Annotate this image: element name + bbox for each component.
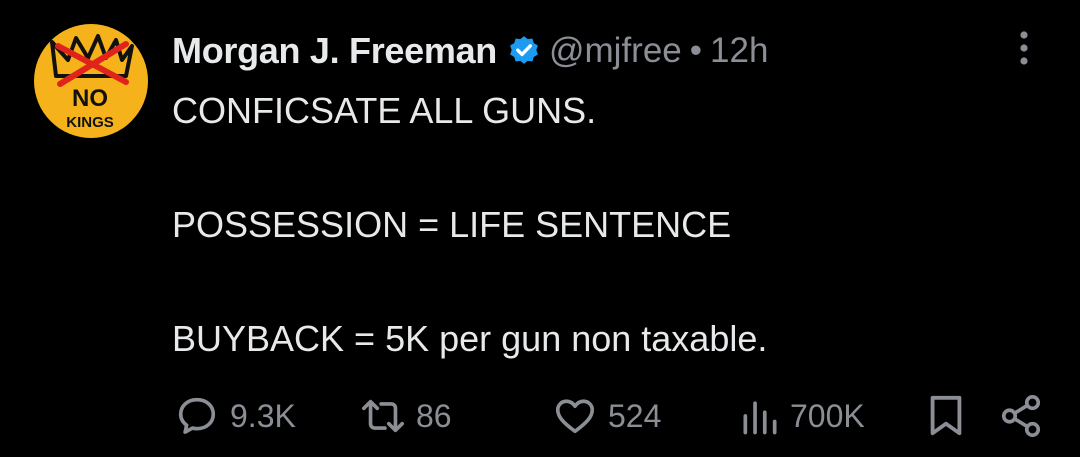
bookmark-icon: [930, 395, 962, 436]
analytics-icon: [743, 401, 777, 435]
repost-button[interactable]: 86: [356, 390, 452, 442]
reply-icon: [178, 397, 216, 434]
more-options-icon[interactable]: [1014, 30, 1034, 66]
repost-icon: [362, 399, 404, 433]
like-button[interactable]: 524: [552, 390, 661, 442]
tweet-header: Morgan J. Freeman @mjfree • 12h: [172, 26, 768, 76]
verified-badge-icon[interactable]: [507, 34, 541, 68]
tweet-text: CONFICSATE ALL GUNS. POSSESSION = LIFE S…: [172, 82, 1032, 367]
tweet-text-line: [172, 139, 1032, 196]
no-kings-logo-icon: NO KINGS: [50, 34, 134, 131]
view-count: 700K: [790, 397, 865, 434]
reply-count: 9.3K: [230, 397, 296, 434]
repost-count: 86: [416, 397, 452, 434]
tweet-text-line: [172, 253, 1032, 310]
views-button[interactable]: 700K: [738, 390, 865, 442]
avatar-bottom-text: KINGS: [66, 114, 114, 131]
avatar-top-text: NO: [72, 85, 108, 112]
avatar[interactable]: NO KINGS: [34, 24, 148, 138]
bookmark-button[interactable]: [926, 390, 966, 442]
like-count: 524: [608, 397, 662, 434]
tweet-text-line: POSSESSION = LIFE SENTENCE: [172, 204, 732, 245]
tweet-text-line: BUYBACK = 5K per gun non taxable.: [172, 318, 768, 359]
reply-button[interactable]: 9.3K: [174, 390, 296, 442]
author-name[interactable]: Morgan J. Freeman: [172, 30, 497, 72]
share-button[interactable]: [998, 390, 1044, 442]
share-icon: [1001, 395, 1041, 437]
tweet-actions: 9.3K 86 524 700K: [0, 390, 1080, 442]
separator-dot: •: [689, 31, 703, 70]
author-handle[interactable]: @mjfree: [549, 31, 682, 71]
tweet-timestamp[interactable]: 12h: [710, 31, 768, 71]
heart-icon: [555, 399, 595, 434]
tweet-text-line: CONFICSATE ALL GUNS.: [172, 90, 597, 131]
